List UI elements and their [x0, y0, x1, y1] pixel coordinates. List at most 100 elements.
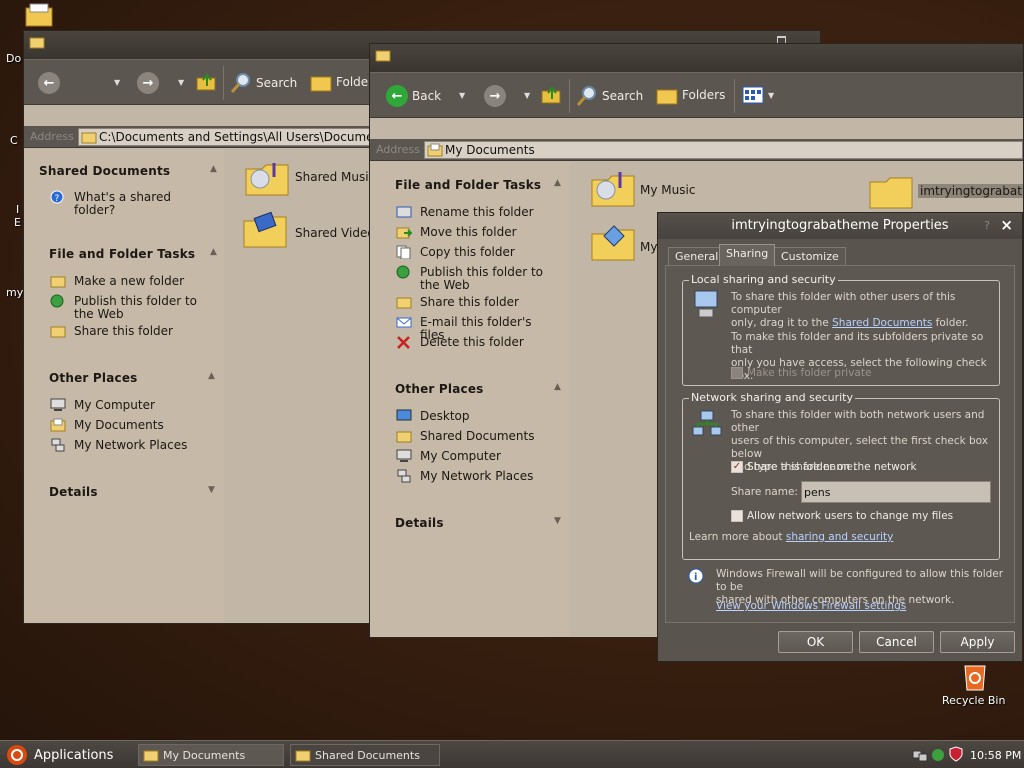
collapse-icon[interactable]: ▲ [554, 178, 561, 188]
task-copy-folder[interactable]: Copy this folder [396, 245, 556, 259]
task-publish-web[interactable]: Publish this folder to the Web [50, 294, 200, 321]
copy-icon [396, 245, 411, 259]
tab-customize[interactable]: Customize [774, 247, 846, 265]
collapse-icon[interactable]: ▲ [210, 247, 217, 257]
shared-documents-link[interactable]: Shared Documents [832, 317, 932, 329]
expand-icon[interactable]: ▼ [208, 485, 215, 495]
collapse-icon[interactable]: ▲ [554, 382, 561, 392]
section-other-places[interactable]: Other Places [395, 382, 484, 396]
apply-button[interactable]: Apply [940, 631, 1015, 653]
firewall-settings-link[interactable]: View your Windows Firewall settings [716, 600, 906, 613]
folder-icon[interactable] [868, 172, 914, 210]
documents-icon [50, 418, 66, 432]
ubuntu-logo-icon [7, 745, 27, 765]
task-share-folder[interactable]: Share this folder [50, 325, 200, 338]
folders-button[interactable]: Folder [310, 72, 373, 92]
tab-sharing[interactable]: Sharing [719, 244, 776, 266]
desktop-label: C [10, 134, 18, 147]
place-my-network-places[interactable]: My Network Places [50, 438, 200, 452]
make-private-checkbox[interactable] [731, 367, 743, 379]
checkbox-label: Make this folder private [747, 367, 872, 379]
task-share-folder[interactable]: Share this folder [396, 296, 556, 309]
back-arrow-icon: ← [38, 72, 60, 94]
computer-icon [396, 449, 412, 462]
views-icon [742, 86, 764, 104]
chevron-down-icon[interactable]: ▼ [524, 91, 530, 100]
task-rename-folder[interactable]: Rename this folder [396, 206, 556, 219]
task-my-documents[interactable]: My Documents [138, 744, 284, 766]
place-my-network-places[interactable]: My Network Places [396, 469, 556, 483]
video-folder-icon[interactable] [242, 211, 288, 249]
update-tray-icon[interactable] [930, 747, 946, 763]
help-icon[interactable]: ? [984, 219, 990, 232]
applications-menu[interactable]: Applications [6, 744, 113, 766]
collapse-icon[interactable]: ▲ [208, 371, 215, 381]
forward-button[interactable]: → [137, 72, 159, 94]
back-button[interactable]: ← Back [386, 85, 441, 107]
sharing-security-link[interactable]: sharing and security [786, 531, 893, 543]
place-desktop[interactable]: Desktop [396, 409, 556, 423]
section-file-folder-tasks[interactable]: File and Folder Tasks [49, 247, 195, 261]
place-my-documents[interactable]: My Documents [50, 418, 200, 432]
allow-change-checkbox[interactable] [731, 510, 743, 522]
expand-icon[interactable]: ▼ [554, 516, 561, 526]
task-whats-shared-folder[interactable]: ? What's a shared folder? [50, 190, 200, 217]
place-shared-documents[interactable]: Shared Documents [396, 430, 556, 443]
address-label: Address [376, 143, 420, 156]
desktop-label: E [14, 216, 21, 229]
place-my-computer[interactable]: My Computer [50, 398, 200, 412]
search-button[interactable]: Search [230, 72, 297, 94]
share-folder-icon [50, 326, 66, 338]
properties-dialog[interactable]: imtryingtograbatheme Properties ? × Gene… [657, 212, 1023, 662]
network-tray-icon[interactable] [912, 747, 928, 763]
folder-icon [81, 132, 97, 144]
share-on-network-checkbox[interactable]: ✓ [731, 461, 743, 473]
up-folder-button[interactable] [195, 72, 217, 92]
file-label-selected[interactable]: imtryingtograbatheme [918, 184, 1023, 198]
close-icon[interactable]: × [1000, 216, 1013, 234]
svg-text:?: ? [55, 194, 60, 204]
chevron-down-icon[interactable]: ▼ [178, 78, 184, 87]
up-folder-button[interactable] [540, 85, 562, 105]
sharing-panel: Local sharing and security To share this… [665, 265, 1015, 623]
section-details[interactable]: Details [395, 516, 444, 530]
folders-button[interactable]: Folders [656, 85, 725, 105]
back-button[interactable]: ← [38, 72, 60, 94]
email-icon [396, 317, 412, 328]
search-button[interactable]: Search [576, 85, 643, 107]
task-delete-folder[interactable]: Delete this folder [396, 336, 556, 349]
folders-icon [656, 89, 678, 105]
pictures-folder-icon[interactable] [590, 224, 636, 262]
share-name-input[interactable]: pens [801, 481, 991, 503]
cancel-button[interactable]: Cancel [859, 631, 934, 653]
section-details[interactable]: Details [49, 485, 98, 499]
section-other-places[interactable]: Other Places [49, 371, 138, 385]
security-shield-icon[interactable] [948, 746, 964, 762]
chevron-down-icon[interactable]: ▼ [459, 91, 465, 100]
ok-button[interactable]: OK [778, 631, 853, 653]
section-file-folder-tasks[interactable]: File and Folder Tasks [395, 178, 541, 192]
group-label: Network sharing and security [689, 391, 856, 404]
music-folder-icon[interactable] [244, 159, 290, 197]
title-bar[interactable] [370, 44, 1023, 72]
search-icon [576, 86, 596, 106]
local-text: To share this folder with other users of… [731, 291, 969, 329]
collapse-icon[interactable]: ▲ [210, 164, 217, 174]
clock[interactable]: 10:58 PM [970, 749, 1021, 762]
up-folder-icon [541, 86, 561, 104]
task-shared-documents[interactable]: Shared Documents [290, 744, 440, 766]
recycle-bin[interactable]: Recycle Bin [938, 660, 1014, 710]
address-input[interactable]: My Documents [424, 141, 1023, 159]
task-publish-web[interactable]: Publish this folder to the Web [396, 265, 556, 292]
tab-general[interactable]: General [668, 247, 726, 265]
desktop-icon[interactable] [24, 2, 54, 28]
task-make-new-folder[interactable]: Make a new folder [50, 275, 200, 288]
task-move-folder[interactable]: Move this folder [396, 226, 556, 239]
section-shared-documents[interactable]: Shared Documents [39, 164, 170, 178]
place-my-computer[interactable]: My Computer [396, 449, 556, 463]
forward-button[interactable]: → [484, 85, 506, 107]
views-button[interactable]: ▼ [742, 85, 774, 105]
music-folder-icon[interactable] [590, 170, 636, 208]
checkbox-label: Share this folder on the network [747, 461, 917, 473]
chevron-down-icon[interactable]: ▼ [114, 78, 120, 87]
